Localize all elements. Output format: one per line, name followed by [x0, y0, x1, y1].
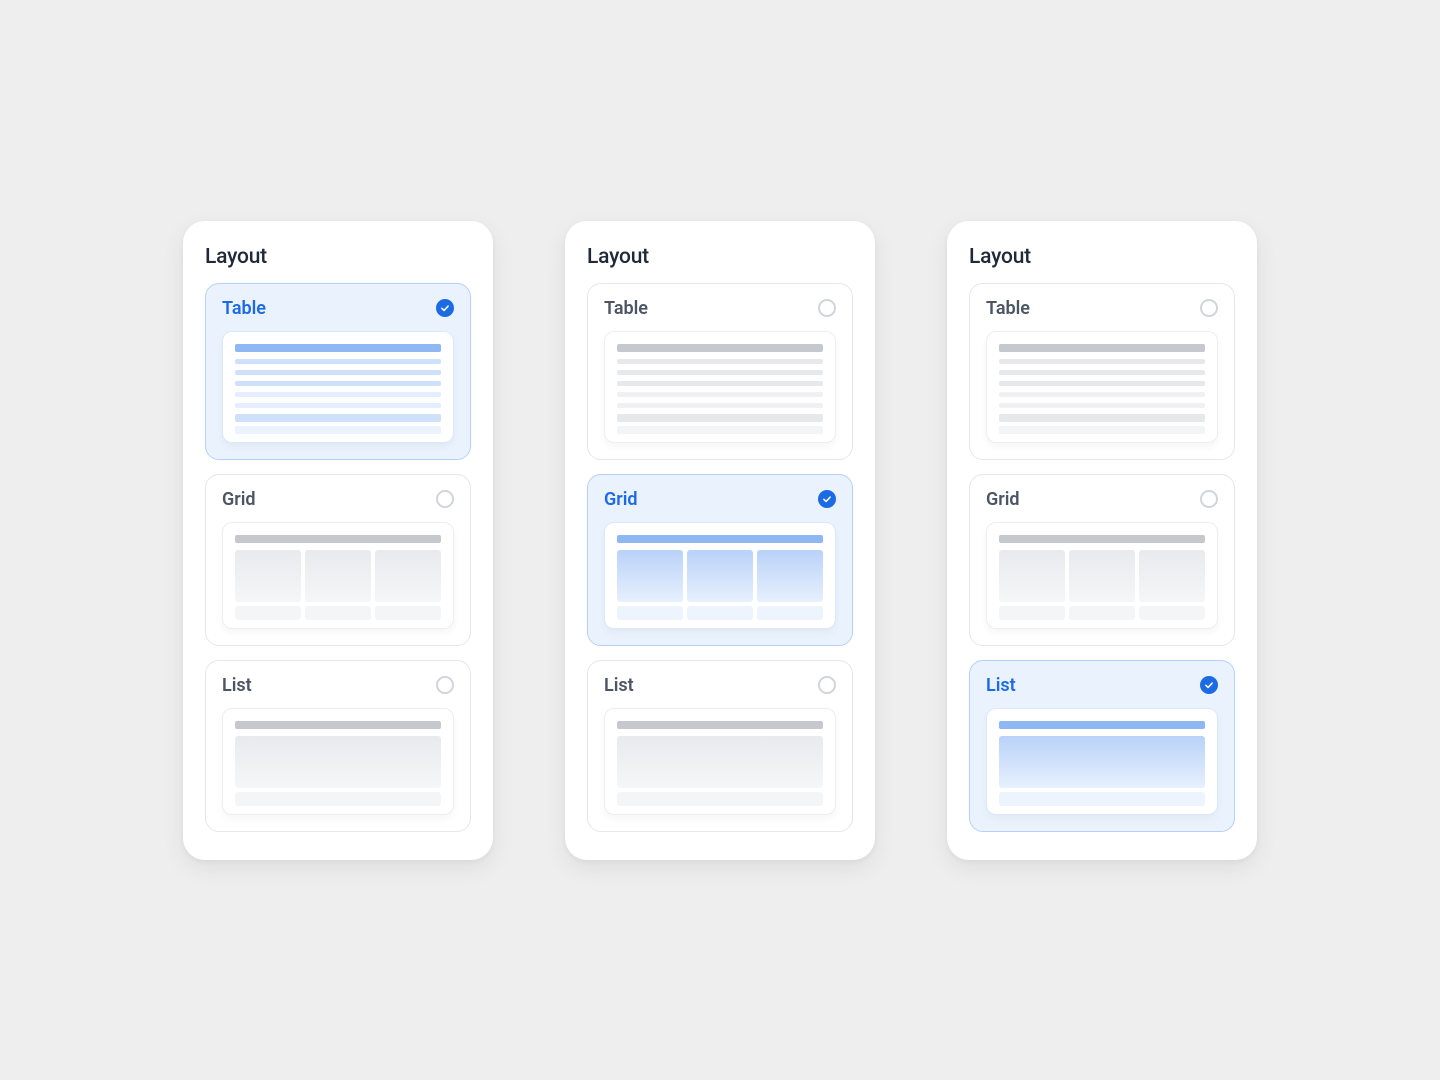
option-label: Grid — [986, 489, 1020, 510]
radio-checked-icon — [436, 299, 454, 317]
radio-unchecked-icon — [436, 490, 454, 508]
option-table[interactable]: Table — [969, 283, 1235, 460]
option-list[interactable]: List — [587, 660, 853, 832]
option-header: Grid — [986, 489, 1218, 510]
option-table[interactable]: Table — [205, 283, 471, 460]
option-header: Grid — [222, 489, 454, 510]
option-label: List — [604, 675, 634, 696]
preview-table — [986, 331, 1218, 443]
option-header: List — [604, 675, 836, 696]
option-grid[interactable]: Grid — [969, 474, 1235, 646]
option-list[interactable]: List — [969, 660, 1235, 832]
option-label: Table — [986, 298, 1030, 319]
option-grid[interactable]: Grid — [587, 474, 853, 646]
option-header: Table — [604, 298, 836, 319]
layout-panel: Layout Table Grid List — [183, 221, 493, 860]
option-header: List — [222, 675, 454, 696]
option-label: Grid — [222, 489, 256, 510]
option-label: List — [222, 675, 252, 696]
layout-panel: Layout Table Grid List — [947, 221, 1257, 860]
option-table[interactable]: Table — [587, 283, 853, 460]
option-list[interactable]: List — [205, 660, 471, 832]
layout-panel: Layout Table Grid List — [565, 221, 875, 860]
preview-table — [604, 331, 836, 443]
radio-unchecked-icon — [1200, 490, 1218, 508]
radio-checked-icon — [1200, 676, 1218, 694]
option-label: Grid — [604, 489, 638, 510]
preview-table — [222, 331, 454, 443]
option-header: Grid — [604, 489, 836, 510]
preview-list — [986, 708, 1218, 815]
option-label: Table — [222, 298, 266, 319]
option-header: List — [986, 675, 1218, 696]
radio-unchecked-icon — [818, 299, 836, 317]
radio-unchecked-icon — [436, 676, 454, 694]
option-label: Table — [604, 298, 648, 319]
option-header: Table — [222, 298, 454, 319]
preview-grid — [222, 522, 454, 629]
option-label: List — [986, 675, 1016, 696]
option-header: Table — [986, 298, 1218, 319]
radio-checked-icon — [818, 490, 836, 508]
preview-list — [604, 708, 836, 815]
preview-grid — [986, 522, 1218, 629]
preview-list — [222, 708, 454, 815]
panel-title: Layout — [205, 245, 471, 269]
panel-title: Layout — [587, 245, 853, 269]
preview-grid — [604, 522, 836, 629]
radio-unchecked-icon — [1200, 299, 1218, 317]
panel-title: Layout — [969, 245, 1235, 269]
option-grid[interactable]: Grid — [205, 474, 471, 646]
radio-unchecked-icon — [818, 676, 836, 694]
